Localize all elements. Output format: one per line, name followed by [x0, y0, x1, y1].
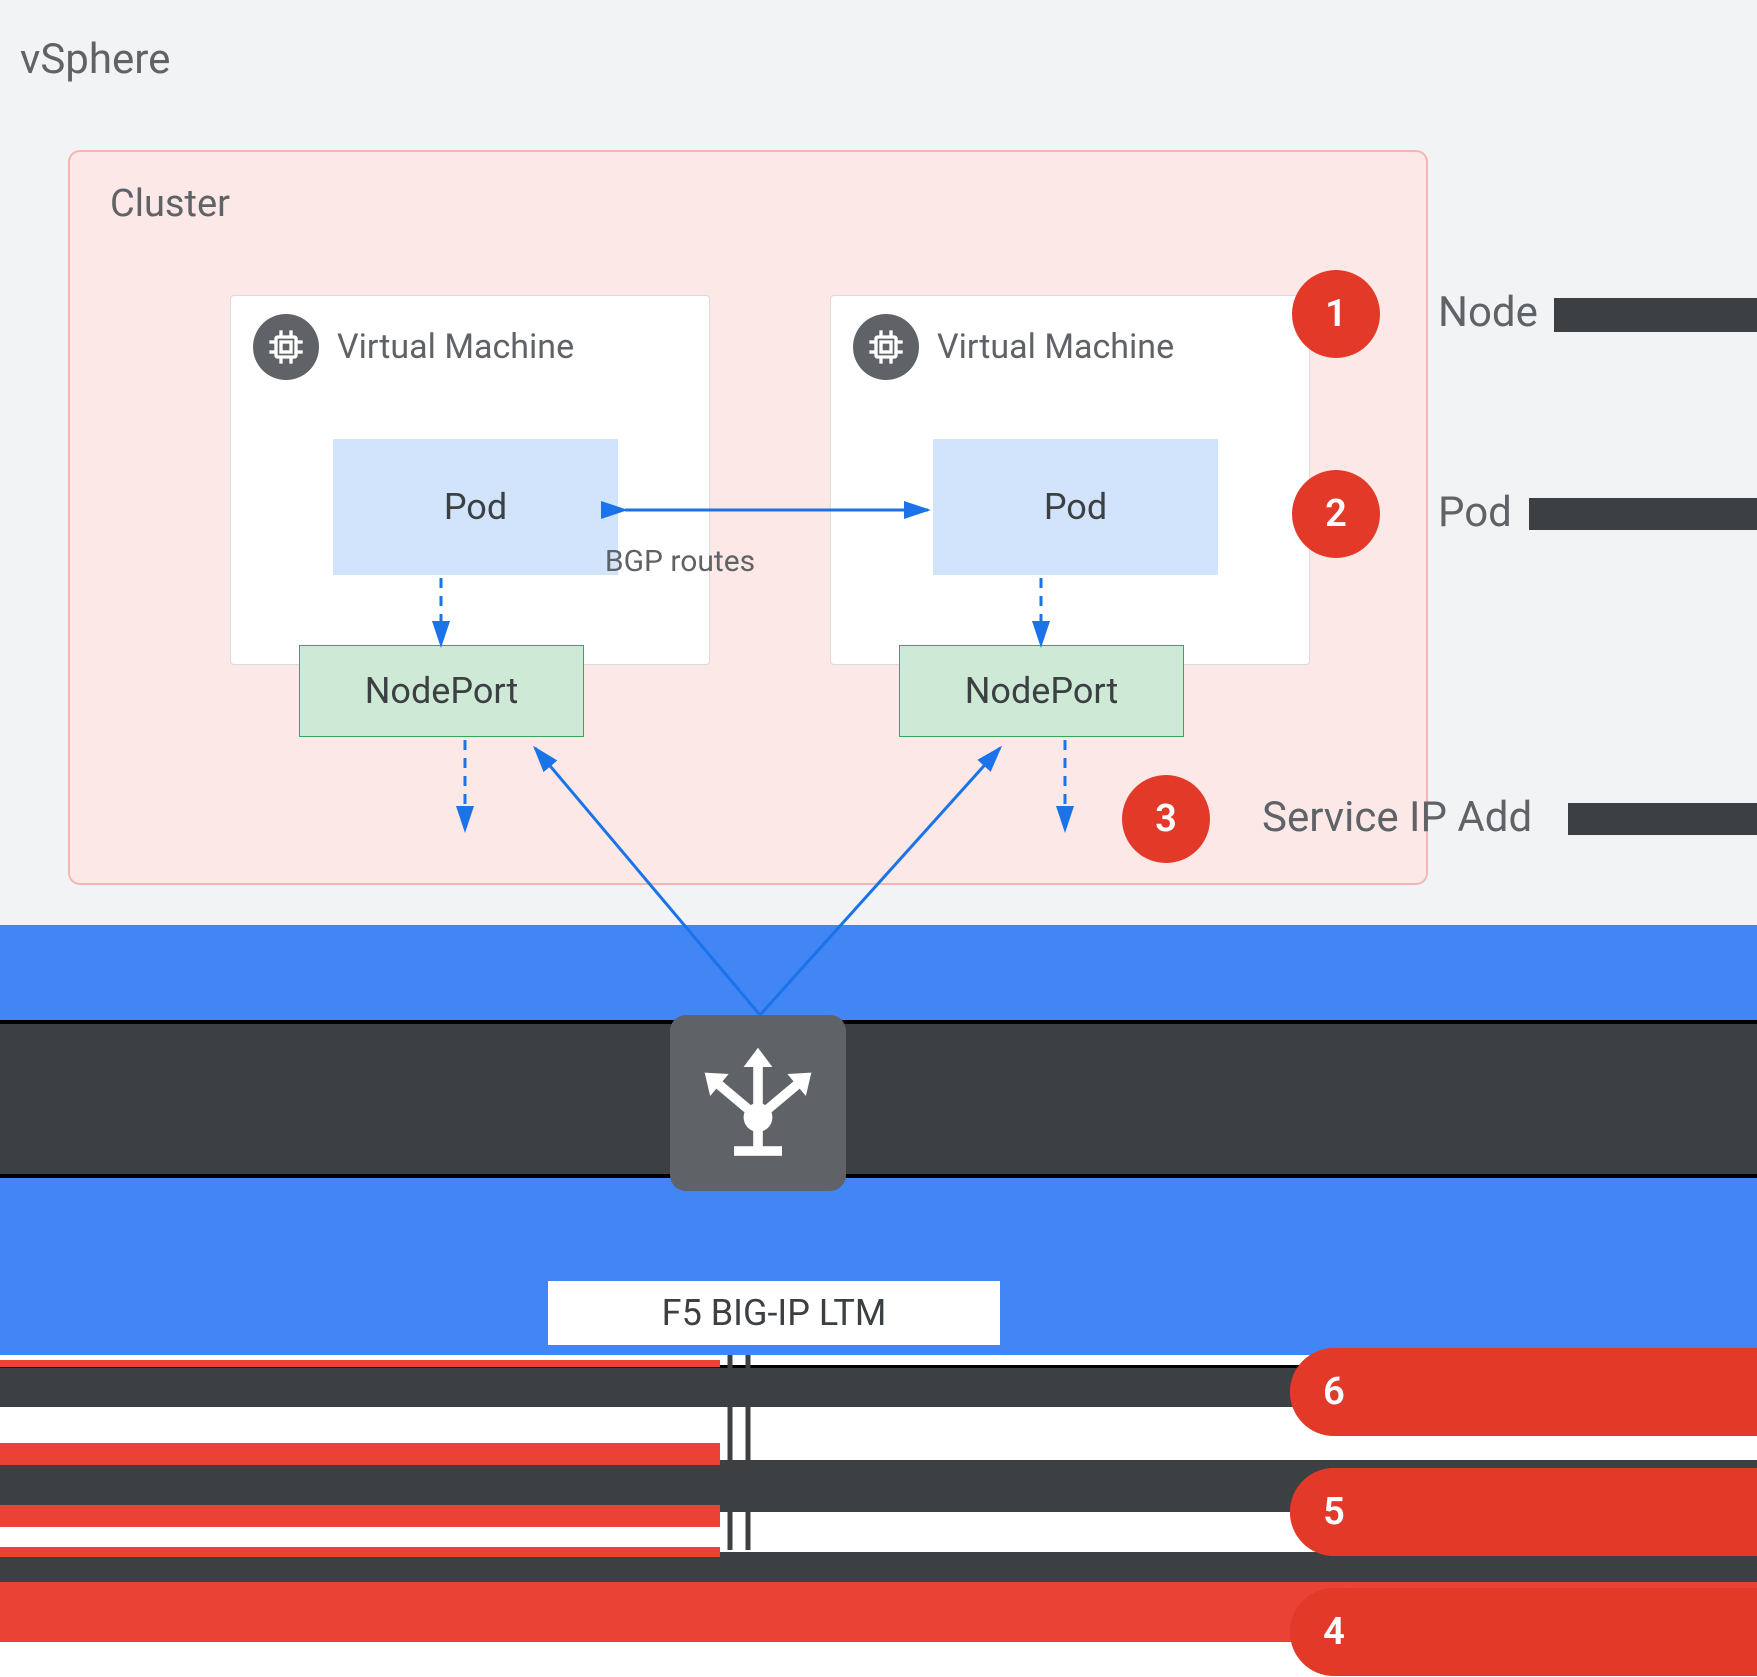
badge-1: 1: [1292, 270, 1380, 358]
dark-band-middle: [0, 1020, 1757, 1178]
vm-box-2: Virtual Machine Pod: [830, 295, 1310, 665]
cpu-icon: [253, 314, 319, 380]
badge-6: 6: [1290, 1348, 1378, 1436]
badge-3-label: Service IP Add: [1262, 793, 1532, 842]
redaction-bar: [1554, 298, 1757, 332]
stripe-red: [0, 1443, 720, 1465]
vm-label: Virtual Machine: [337, 327, 574, 367]
badge-2: 2: [1292, 470, 1380, 558]
pod-box: Pod: [933, 439, 1218, 575]
badge-5: 5: [1290, 1468, 1378, 1556]
load-balancer-icon: [670, 1015, 846, 1191]
load-balancer-label: F5 BIG-IP LTM: [548, 1281, 1000, 1345]
nodeport-box: NodePort: [299, 645, 584, 737]
vm-header: Virtual Machine: [831, 296, 1309, 398]
badge-4: 4: [1290, 1588, 1378, 1676]
stripe-red: [0, 1505, 720, 1527]
cluster-label: Cluster: [110, 182, 1386, 226]
vm-header: Virtual Machine: [231, 296, 709, 398]
redaction-bar: [1568, 803, 1757, 835]
vm-label: Virtual Machine: [937, 327, 1174, 367]
stripe-red: [0, 1547, 720, 1557]
stripe-red: [0, 1360, 720, 1367]
bgp-routes-label: BGP routes: [605, 544, 755, 579]
vsphere-label: vSphere: [20, 35, 170, 84]
nodeport-box: NodePort: [899, 645, 1184, 737]
badge-2-label: Pod: [1438, 488, 1512, 537]
redaction-bar: [1529, 498, 1757, 530]
cpu-icon: [853, 314, 919, 380]
vm-box-1: Virtual Machine Pod: [230, 295, 710, 665]
badge-3: 3: [1122, 775, 1210, 863]
pod-box: Pod: [333, 439, 618, 575]
badge-1-label: Node: [1438, 288, 1538, 337]
